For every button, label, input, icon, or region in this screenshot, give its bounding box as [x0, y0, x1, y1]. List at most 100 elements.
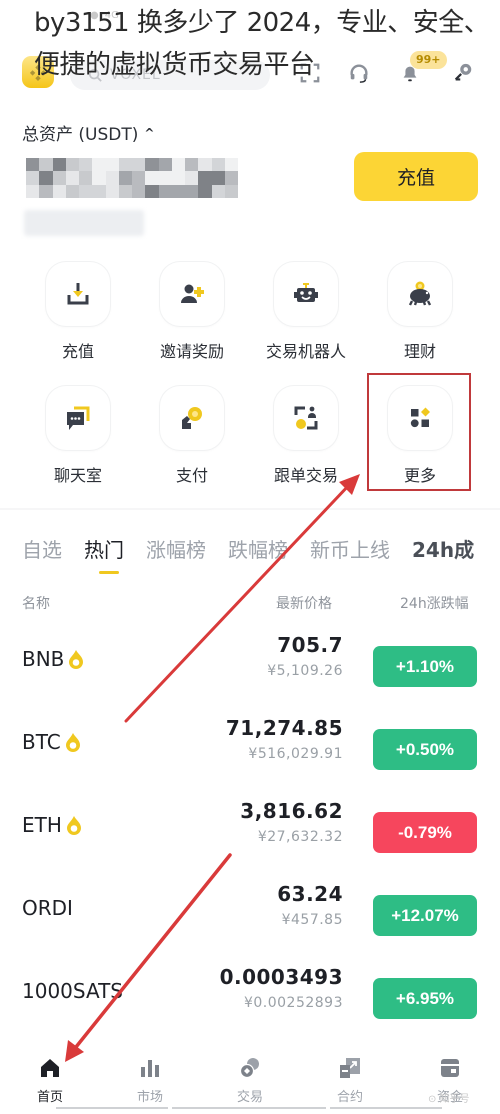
nav-futures[interactable]: 合约 — [310, 1056, 390, 1105]
total-assets-toggle[interactable]: 总资产 (USDT) ^ — [22, 120, 154, 145]
ticker-change-badge[interactable]: +12.07% — [373, 895, 477, 936]
mask-pixel — [92, 171, 106, 185]
nav-home[interactable]: 首页 — [10, 1056, 90, 1105]
ticker-symbol-cell: BTC — [22, 730, 82, 754]
quick-action-tile — [46, 386, 110, 450]
quick-action-label: 聊天室 — [53, 466, 102, 485]
quick-action-pay[interactable]: 支付 — [142, 386, 242, 486]
column-header-name[interactable]: 名称 — [22, 593, 50, 613]
quick-action-tile — [274, 262, 338, 326]
mask-pixel — [52, 171, 66, 185]
quick-action-earn[interactable]: 理财 — [370, 262, 470, 362]
ticker-symbol-cell: ORDI — [22, 896, 73, 920]
mask-pixel — [39, 158, 53, 172]
quick-action-trading-bot[interactable]: 交易机器人 — [256, 262, 356, 362]
ticker-change-badge[interactable]: +1.10% — [373, 646, 477, 687]
ticker-change-badge[interactable]: -0.79% — [373, 812, 477, 853]
ticker-symbol: BNB — [22, 647, 65, 671]
mask-pixel — [198, 158, 212, 172]
mask-pixel — [211, 171, 225, 185]
caption-line-2: 便捷的虚拟货币交易平台 — [34, 50, 315, 80]
watermark: ⊙ 知乎号 — [428, 1094, 470, 1105]
mask-pixel — [211, 158, 225, 172]
ticker-symbol: 1000SATS — [22, 979, 124, 1003]
tab-losers[interactable]: 跌幅榜 — [228, 534, 288, 563]
quick-action-label: 充值 — [61, 342, 94, 361]
ticker-row[interactable]: BTC 71,274.85 ¥516,029.91 +0.50% — [0, 716, 500, 800]
mask-pixel — [132, 158, 146, 172]
tab-new-listings[interactable]: 新币上线 — [310, 534, 390, 563]
ticker-symbol: ETH — [22, 813, 62, 837]
nav-market[interactable]: 市场 — [110, 1056, 190, 1105]
mask-pixel — [158, 184, 172, 198]
wallet-icon — [441, 1059, 459, 1077]
ticker-symbol-cell: BNB — [22, 647, 85, 671]
mask-pixel — [105, 171, 119, 185]
ticker-fiat-price: ¥5,109.26 — [267, 663, 343, 679]
bottom-nav: 首页 市场 交易 合约 资金 — [0, 1052, 500, 1114]
quick-action-label: 理财 — [403, 342, 436, 361]
mask-pixel — [92, 184, 106, 198]
mask-pixel — [105, 184, 119, 198]
mask-pixel — [79, 158, 93, 172]
mask-pixel — [118, 171, 132, 185]
quick-action-label: 邀请奖励 — [159, 342, 224, 361]
home-icon — [41, 1059, 59, 1077]
scroll-indicator — [330, 1107, 442, 1109]
mask-pixel — [79, 171, 93, 185]
mask-pixel — [79, 184, 93, 198]
mask-pixel — [171, 158, 185, 172]
annotation-highlight-box — [367, 373, 471, 491]
futures-icon — [340, 1058, 360, 1078]
mask-pixel — [158, 158, 172, 172]
mask-pixel — [132, 171, 146, 185]
deposit-button[interactable]: 充值 — [354, 152, 478, 201]
ticker-row[interactable]: ORDI 63.24 ¥457.85 +12.07% — [0, 882, 500, 966]
quick-action-tile — [160, 386, 224, 450]
quick-action-invite[interactable]: 邀请奖励 — [142, 262, 242, 362]
nav-label: 市场 — [136, 1090, 163, 1105]
ticker-change-badge[interactable]: +6.95% — [373, 978, 477, 1019]
balance-fiat-masked — [24, 210, 144, 236]
mask-pixel — [145, 158, 159, 172]
ticker-symbol-cell: ETH — [22, 813, 83, 837]
mask-pixel — [185, 184, 199, 198]
ticker-fiat-price: ¥457.85 — [281, 912, 343, 928]
total-assets-label: 总资产 (USDT) — [22, 125, 139, 145]
nav-trade[interactable]: 交易 — [210, 1056, 290, 1105]
pay-icon — [182, 407, 202, 429]
mask-pixel — [105, 158, 119, 172]
tab-favorites[interactable]: 自选 — [22, 534, 62, 563]
quick-action-label: 跟单交易 — [273, 466, 338, 485]
quick-action-chat-room[interactable]: 聊天室 — [28, 386, 128, 486]
tab-hot[interactable]: 热门 — [84, 534, 124, 563]
trade-coins-icon — [239, 1058, 259, 1079]
mask-pixel — [118, 158, 132, 172]
nav-label: 首页 — [36, 1090, 63, 1105]
mask-pixel — [65, 184, 79, 198]
mask-pixel — [224, 171, 238, 185]
earn-piggy-icon — [408, 281, 432, 306]
ticker-row[interactable]: 1000SATS 0.0003493 ¥0.00252893 +6.95% — [0, 965, 500, 1049]
mask-pixel — [132, 184, 146, 198]
ticker-change-badge[interactable]: +0.50% — [373, 729, 477, 770]
quick-action-tile — [274, 386, 338, 450]
mask-pixel — [171, 171, 185, 185]
deposit-icon — [67, 283, 89, 305]
mask-pixel — [145, 184, 159, 198]
tab-gainers[interactable]: 涨幅榜 — [146, 534, 206, 563]
mask-pixel — [224, 184, 238, 198]
column-header-last-price[interactable]: 最新价格 — [276, 593, 332, 613]
mask-pixel — [185, 171, 199, 185]
ticker-row[interactable]: ETH 3,816.62 ¥27,632.32 -0.79% — [0, 799, 500, 883]
mask-pixel — [65, 171, 79, 185]
ticker-row[interactable]: BNB 705.7 ¥5,109.26 +1.10% — [0, 633, 500, 717]
quick-action-deposit[interactable]: 充值 — [28, 262, 128, 362]
mask-pixel — [145, 171, 159, 185]
quick-action-copy-trading[interactable]: 跟单交易 — [256, 386, 356, 486]
section-divider — [0, 508, 500, 510]
mask-pixel — [39, 171, 53, 185]
caption-overlay: by3151 换多少了 2024，专业、安全、 便捷的虚拟货币交易平台 — [34, 2, 494, 86]
column-header-24h-change[interactable]: 24h涨跌幅 — [400, 593, 469, 613]
tab-24h-volume[interactable]: 24h成 — [412, 534, 474, 563]
